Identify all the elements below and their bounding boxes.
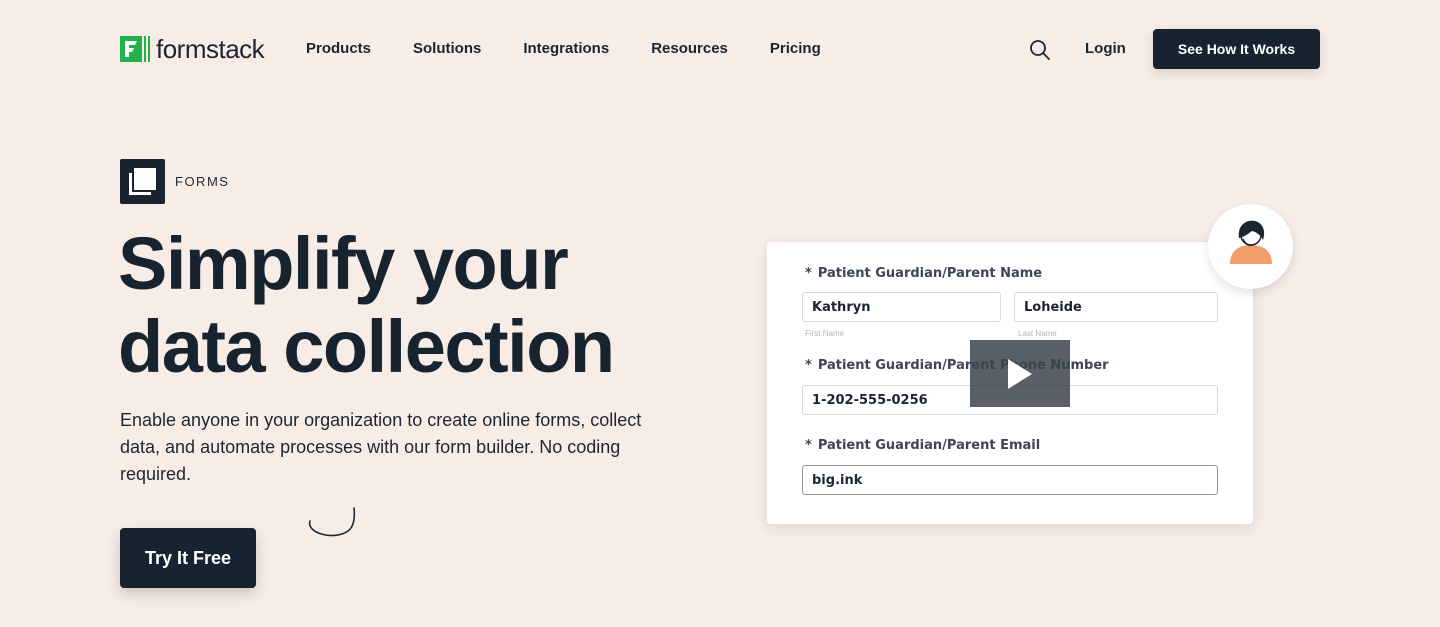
login-link[interactable]: Login (1085, 40, 1126, 57)
see-how-it-works-button[interactable]: See How It Works (1153, 29, 1320, 69)
formstack-logo-icon (120, 36, 150, 62)
forms-icon (120, 159, 165, 204)
first-name-sublabel: First Name (805, 329, 845, 338)
last-name-sublabel: Last Name (1018, 329, 1057, 338)
first-name-input[interactable]: Kathryn (802, 292, 1001, 322)
product-badge: FORMS (120, 159, 229, 204)
email-label-text: Patient Guardian/Parent Email (817, 438, 1041, 453)
hero-description: Enable anyone in your organization to cr… (120, 410, 642, 484)
nav-item-products[interactable]: Products (306, 40, 371, 57)
required-marker: * (805, 266, 812, 281)
badge-label: FORMS (175, 174, 230, 189)
hero-headline: Simplify your data collection (118, 222, 718, 388)
user-avatar-icon (1230, 220, 1272, 264)
email-field-label: * Patient Guardian/Parent Email (805, 438, 1040, 453)
nav-item-pricing[interactable]: Pricing (770, 40, 821, 57)
nav-item-integrations[interactable]: Integrations (523, 40, 609, 57)
play-video-button[interactable] (970, 340, 1070, 407)
nav-links: Products Solutions Integrations Resource… (306, 40, 821, 57)
required-marker: * (805, 358, 812, 373)
brand-name: formstack (156, 33, 265, 64)
search-icon (1030, 40, 1050, 60)
top-navigation: formstack Products Solutions Integration… (0, 0, 1440, 100)
formstack-logo[interactable]: formstack (120, 33, 265, 64)
name-field-label: * Patient Guardian/Parent Name (805, 266, 1042, 281)
nav-item-solutions[interactable]: Solutions (413, 40, 481, 57)
name-label-text: Patient Guardian/Parent Name (817, 266, 1043, 281)
headline-line-1: Simplify your (118, 222, 569, 305)
last-name-input[interactable]: Loheide (1014, 292, 1218, 322)
email-input[interactable]: big.ink (802, 465, 1218, 495)
headline-line-2: data collection (118, 305, 615, 388)
try-it-free-button[interactable]: Try It Free (120, 528, 256, 588)
required-marker: * (805, 438, 812, 453)
decorative-squiggle (309, 507, 356, 537)
play-icon (1008, 358, 1032, 389)
search-button[interactable] (1028, 38, 1052, 62)
avatar (1208, 204, 1293, 289)
nav-item-resources[interactable]: Resources (651, 40, 728, 57)
